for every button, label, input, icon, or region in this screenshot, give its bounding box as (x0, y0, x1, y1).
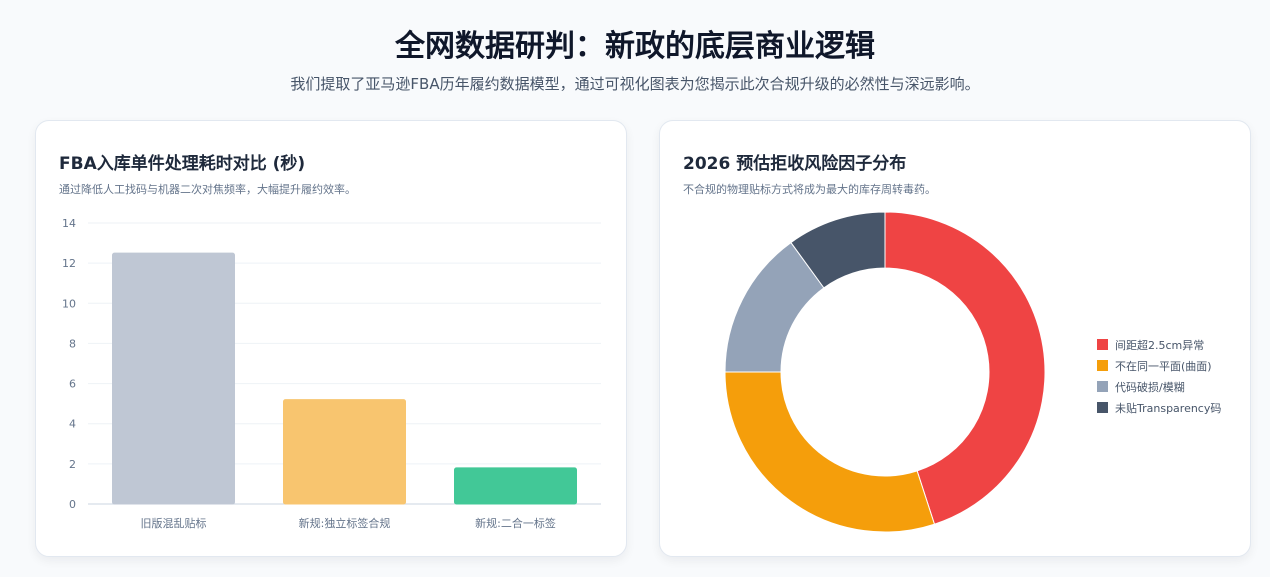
y-tick-label: 0 (69, 498, 76, 511)
legend-swatch (1097, 402, 1108, 413)
legend-label: 未贴Transparency码 (1115, 401, 1222, 415)
bar-chart-card: FBA入库单件处理耗时对比 (秒) 通过降低人工找码与机器二次对焦频率，大幅提升… (35, 120, 627, 557)
legend-swatch (1097, 381, 1108, 392)
page-header: 全网数据研判：新政的底层商业逻辑 我们提取了亚马逊FBA历年履约数据模型，通过可… (0, 0, 1270, 94)
page-subtitle: 我们提取了亚马逊FBA历年履约数据模型，通过可视化图表为您揭示此次合规升级的必然… (290, 75, 980, 93)
x-tick-label: 新规:独立标签合规 (299, 516, 391, 530)
page-title: 全网数据研判：新政的底层商业逻辑 (395, 29, 875, 64)
legend-label: 间距超2.5cm异常 (1115, 338, 1205, 352)
bar[interactable] (112, 252, 235, 505)
legend-label: 不在同一平面(曲面) (1115, 359, 1212, 373)
legend-swatch (1097, 360, 1108, 371)
bar[interactable] (283, 399, 406, 505)
donut-legend: 间距超2.5cm异常 不在同一平面(曲面) 代码破损/模糊未贴Transparenc… (1097, 334, 1221, 418)
donut-chart-card: 2026 预估拒收风险因子分布 不合规的物理贴标方式将成为最大的库存周转毒药。 … (659, 120, 1251, 557)
y-tick-label: 4 (69, 418, 76, 431)
legend-item[interactable]: 间距超2.5cm异常 (1097, 334, 1221, 355)
y-tick-label: 6 (69, 378, 76, 391)
legend-item[interactable]: 代码破损/模糊 (1097, 376, 1221, 397)
donut-slice[interactable] (724, 371, 936, 533)
y-tick-label: 2 (69, 458, 76, 471)
legend-item[interactable]: 不在同一平面(曲面) (1097, 355, 1221, 376)
bar-chart: 0 2 4 6 8 10 12 14 旧版混乱贴标 新规:独立标签合规 新规:二合一标签 (62, 217, 601, 530)
y-tick-label: 8 (69, 337, 76, 350)
y-tick-label: 10 (62, 297, 76, 310)
y-tick-label: 14 (62, 217, 76, 230)
bar[interactable] (454, 467, 577, 505)
legend-swatch (1097, 339, 1108, 350)
legend-label: 代码破损/模糊 (1115, 380, 1185, 394)
x-tick-label: 旧版混乱贴标 (141, 516, 207, 530)
legend-item[interactable]: 未贴Transparency码 (1097, 397, 1221, 418)
y-tick-label: 12 (62, 257, 76, 270)
x-tick-label: 新规:二合一标签 (475, 516, 556, 530)
